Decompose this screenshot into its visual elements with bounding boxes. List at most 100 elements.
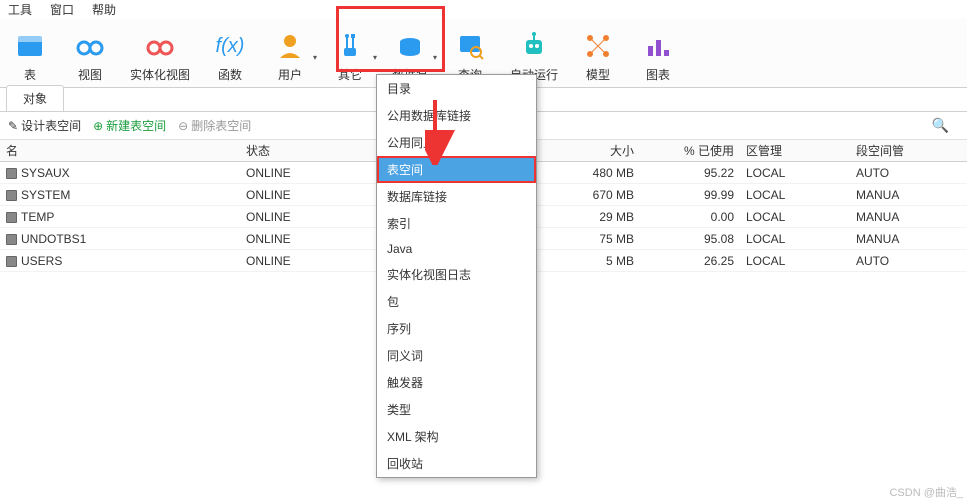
cell-pct: 95.22 <box>640 163 740 183</box>
ribbon-model[interactable]: 模型 <box>568 18 628 87</box>
ribbon-fx[interactable]: f(x) 函数 <box>200 18 260 87</box>
delete-label: 删除表空间 <box>191 117 251 134</box>
cell-name: SYSAUX <box>0 163 240 183</box>
cell-ext: LOCAL <box>740 163 850 183</box>
dropdown-item[interactable]: 回收站 <box>377 450 536 477</box>
svg-text:f(x): f(x) <box>216 35 245 57</box>
cell-name: SYSTEM <box>0 185 240 205</box>
cell-size: 480 MB <box>540 163 640 183</box>
col-header-size[interactable]: 大小 <box>540 139 640 162</box>
glasses-red-icon <box>144 30 176 62</box>
tab-objects[interactable]: 对象 <box>6 85 64 111</box>
col-header-name[interactable]: 名 <box>0 139 240 162</box>
delete-tablespace-button[interactable]: ⊖ 删除表空间 <box>178 117 251 134</box>
new-label: 新建表空间 <box>106 117 166 134</box>
menu-window[interactable]: 窗口 <box>50 1 74 18</box>
dropdown-item[interactable]: 实体化视图日志 <box>377 261 536 288</box>
dropdown-item[interactable]: 同义词 <box>377 342 536 369</box>
design-label: 设计表空间 <box>21 117 81 134</box>
cell-ext: LOCAL <box>740 229 850 249</box>
glasses-icon <box>74 30 106 62</box>
watermark: CSDN @曲浩_ <box>889 484 963 500</box>
col-header-pct[interactable]: % 已使用 <box>640 139 740 162</box>
cell-seg: MANUA <box>850 229 950 249</box>
ribbon-user[interactable]: 用户 ▾ <box>260 18 320 87</box>
tools-icon <box>334 30 366 62</box>
cell-seg: AUTO <box>850 163 950 183</box>
ribbon-label: 用户 <box>278 66 302 83</box>
table-icon <box>14 30 46 62</box>
cell-status: ONLINE <box>240 229 360 249</box>
ribbon-chart[interactable]: 图表 <box>628 18 688 87</box>
cell-name: TEMP <box>0 207 240 227</box>
dropdown-item[interactable]: 索引 <box>377 210 536 237</box>
col-header-ext[interactable]: 区管理 <box>740 139 850 162</box>
cell-pct: 26.25 <box>640 251 740 271</box>
fx-icon: f(x) <box>214 30 246 62</box>
pencil-icon: ✎ <box>8 119 18 133</box>
cell-status: ONLINE <box>240 207 360 227</box>
other-dropdown-menu: 目录公用数据库链接公用同义词表空间数据库链接索引Java实体化视图日志包序列同义… <box>376 74 537 478</box>
cell-pct: 99.99 <box>640 185 740 205</box>
cell-name: UNDOTBS1 <box>0 229 240 249</box>
cell-size: 670 MB <box>540 185 640 205</box>
cell-name: USERS <box>0 251 240 271</box>
tablespace-icon <box>6 234 17 245</box>
ribbon-label: 表 <box>24 66 36 83</box>
dropdown-item[interactable]: 序列 <box>377 315 536 342</box>
dropdown-item[interactable]: 包 <box>377 288 536 315</box>
ribbon-label: 图表 <box>646 66 670 83</box>
cell-ext: LOCAL <box>740 251 850 271</box>
cell-size: 5 MB <box>540 251 640 271</box>
minus-circle-icon: ⊖ <box>178 119 188 133</box>
cell-seg: MANUA <box>850 185 950 205</box>
menu-help[interactable]: 帮助 <box>92 1 116 18</box>
cell-ext: LOCAL <box>740 185 850 205</box>
robot-icon <box>518 30 550 62</box>
dropdown-item[interactable]: 数据库链接 <box>377 183 536 210</box>
ribbon-label: 实体化视图 <box>130 66 190 83</box>
dropdown-item[interactable]: 类型 <box>377 396 536 423</box>
menu-tools[interactable]: 工具 <box>8 1 32 18</box>
cell-status: ONLINE <box>240 185 360 205</box>
dropdown-item[interactable]: 公用同义词 <box>377 129 536 156</box>
design-tablespace-button[interactable]: ✎ 设计表空间 <box>8 117 81 134</box>
new-tablespace-button[interactable]: ⊕ 新建表空间 <box>93 117 166 134</box>
ribbon-table[interactable]: 表 <box>0 18 60 87</box>
dropdown-item[interactable]: 公用数据库链接 <box>377 102 536 129</box>
chevron-down-icon: ▾ <box>433 53 437 62</box>
dropdown-item[interactable]: 触发器 <box>377 369 536 396</box>
menubar: 工具 窗口 帮助 <box>0 0 967 18</box>
ribbon-glasses[interactable]: 视图 <box>60 18 120 87</box>
cell-status: ONLINE <box>240 163 360 183</box>
ribbon-label: 函数 <box>218 66 242 83</box>
cell-ext: LOCAL <box>740 207 850 227</box>
tablespace-icon <box>6 256 17 267</box>
col-header-status[interactable]: 状态 <box>240 139 360 162</box>
query-icon <box>454 30 486 62</box>
dropdown-item[interactable]: 表空间 <box>377 156 536 183</box>
ribbon-label: 其它 <box>338 66 362 83</box>
tablespace-icon <box>6 212 17 223</box>
dropdown-item[interactable]: Java <box>377 237 536 261</box>
cell-pct: 0.00 <box>640 207 740 227</box>
cell-seg: MANUA <box>850 207 950 227</box>
model-icon <box>582 30 614 62</box>
ribbon-label: 模型 <box>586 66 610 83</box>
chevron-down-icon: ▾ <box>373 53 377 62</box>
cell-size: 29 MB <box>540 207 640 227</box>
dropdown-item[interactable]: XML 架构 <box>377 423 536 450</box>
cell-size: 75 MB <box>540 229 640 249</box>
ribbon-tools[interactable]: 其它 ▾ <box>320 18 380 87</box>
ribbon-label: 视图 <box>78 66 102 83</box>
tablespace-icon <box>6 190 17 201</box>
user-icon <box>274 30 306 62</box>
search-icon[interactable]: 🔍 <box>932 117 959 134</box>
tablespace-icon <box>6 168 17 179</box>
ribbon-glasses-red[interactable]: 实体化视图 <box>120 18 200 87</box>
dropdown-item[interactable]: 目录 <box>377 75 536 102</box>
col-header-seg[interactable]: 段空间管 <box>850 139 950 162</box>
chevron-down-icon: ▾ <box>313 53 317 62</box>
plus-circle-icon: ⊕ <box>93 119 103 133</box>
pump-icon <box>394 30 426 62</box>
